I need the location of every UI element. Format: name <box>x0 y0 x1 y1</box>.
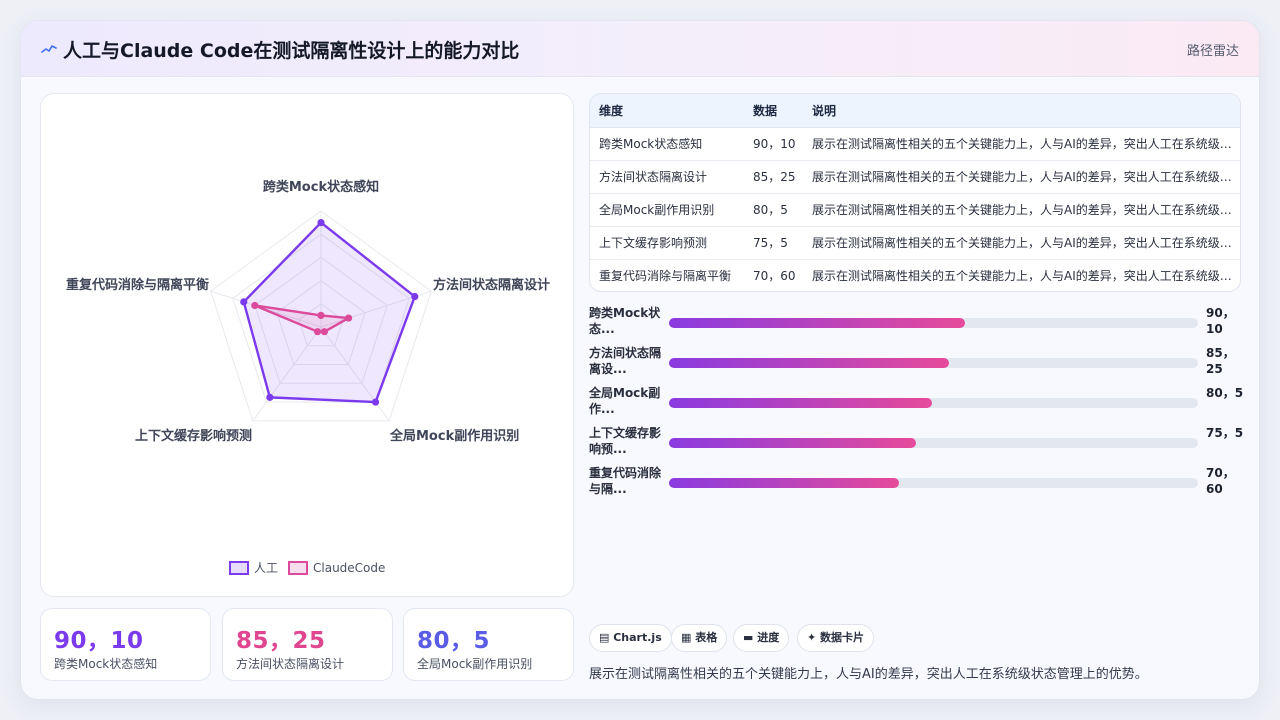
table-cell: 上下文缓存影响预测 <box>590 226 744 260</box>
chip-chartjs[interactable]: ▤ Chart.js <box>589 624 672 652</box>
table-cell: 全局Mock副作用识别 <box>590 193 744 227</box>
table-header-row: 维度 数据 说明 <box>590 94 1240 128</box>
radar-point <box>313 328 322 336</box>
progress-label: 全局Mock副作... <box>589 386 661 416</box>
table-cell: 80，5 <box>744 193 803 227</box>
radar-point <box>266 393 274 401</box>
progress-track <box>669 398 1198 408</box>
progress-value: 75，5 <box>1206 426 1244 440</box>
column-header: 数据 <box>744 94 803 128</box>
chip-table[interactable]: ▦ 表格 <box>671 624 728 652</box>
progress-value: 70，60 <box>1206 466 1235 496</box>
table-cell: 跨类Mock状态感知 <box>590 127 744 161</box>
stat-label: 全局Mock副作用识别 <box>417 657 533 671</box>
chart-icon: ▤ <box>599 631 614 644</box>
table-cell: 展示在测试隔离性相关的五个关键能力上，人与AI的差异，突出人工在系统级状态管理上… <box>803 193 1240 227</box>
progress-row: 跨类Mock状态... 90，10 <box>589 305 1249 341</box>
table-icon: ▦ <box>681 631 696 644</box>
table-cell: 90，10 <box>744 127 803 161</box>
data-table: 维度 数据 说明 跨类Mock状态感知 90，10 展示在测试隔离性相关的五个关… <box>589 93 1241 292</box>
table-cell: 展示在测试隔离性相关的五个关键能力上，人与AI的差异，突出人工在系统级状态管理上… <box>803 226 1240 260</box>
stat-card: 85，25 方法间状态隔离设计 <box>222 608 393 681</box>
table-row: 方法间状态隔离设计 85，25 展示在测试隔离性相关的五个关键能力上，人与AI的… <box>590 160 1240 194</box>
table-cell: 方法间状态隔离设计 <box>590 160 744 194</box>
stat-label: 方法间状态隔离设计 <box>236 657 345 671</box>
view-tag: 路径雷达 <box>1186 44 1239 59</box>
radar-point <box>240 298 248 306</box>
progress-row: 上下文缓存影响预... 75，5 <box>589 425 1249 461</box>
header-bar: 人工与Claude Code在测试隔离性设计上的能力对比 路径雷达 <box>21 21 1259 77</box>
progress-value: 85，25 <box>1206 346 1235 376</box>
chip-label: Chart.js <box>613 631 662 644</box>
table-cell: 展示在测试隔离性相关的五个关键能力上，人与AI的差异，突出人工在系统级状态管理上… <box>812 269 1240 284</box>
stat-value: 80，5 <box>417 628 491 654</box>
table-cell: 展示在测试隔离性相关的五个关键能力上，人与AI的差异，突出人工在系统级状态管理上… <box>803 127 1240 161</box>
page-title: 人工与Claude Code在测试隔离性设计上的能力对比 <box>63 40 520 62</box>
progress-fill <box>669 318 966 328</box>
table-row: 重复代码消除与隔离平衡 70，60 展示在测试隔离性相关的五个关键能力上，人与A… <box>590 259 1240 291</box>
table-cell: 70，60 <box>753 269 796 284</box>
table-row: 上下文缓存影响预测 75，5 展示在测试隔离性相关的五个关键能力上，人与AI的差… <box>590 226 1240 260</box>
radar-point <box>371 398 380 406</box>
radar-point <box>320 328 329 336</box>
progress-label: 跨类Mock状态... <box>589 306 661 336</box>
table-row: 全局Mock副作用识别 80，5 展示在测试隔离性相关的五个关键能力上，人与AI… <box>590 193 1240 227</box>
legend-swatch <box>229 561 249 575</box>
legend-swatch <box>288 561 308 575</box>
table-row: 跨类Mock状态感知 90，10 展示在测试隔离性相关的五个关键能力上，人与AI… <box>590 127 1240 161</box>
radar-point <box>251 301 259 310</box>
stat-card: 80，5 全局Mock副作用识别 <box>403 608 574 681</box>
progress-label: 重复代码消除与隔... <box>589 466 662 496</box>
progress-row: 重复代码消除与隔... 70，60 <box>589 465 1249 501</box>
sparkline-icon <box>41 45 57 53</box>
radar-point <box>344 314 353 322</box>
radar-point <box>317 311 325 319</box>
radar-point <box>411 292 419 301</box>
table-cell: 85，25 <box>744 160 803 194</box>
legend-label: ClaudeCode <box>313 561 385 575</box>
progress-fill <box>669 478 900 488</box>
progress-row: 方法间状态隔离设... 85，25 <box>589 345 1249 381</box>
stat-value: 85，25 <box>236 628 326 654</box>
chip-datacard[interactable]: ✦ 数据卡片 <box>797 624 875 652</box>
stat-value: 90，10 <box>54 628 144 654</box>
radar-axis-label: 上下文缓存影响预测 <box>135 428 252 444</box>
chart-description: 展示在测试隔离性相关的五个关键能力上，人与AI的差异，突出人工在系统级状态管理上… <box>589 667 1148 682</box>
radar-chart-panel: 跨类Mock状态感知方法间状态隔离设计全局Mock副作用识别 上下文缓存影响预测 重… <box>40 93 574 597</box>
progress-fill <box>669 358 950 368</box>
chip-label: 表格 <box>695 631 718 644</box>
stat-label: 跨类Mock状态感知 <box>54 657 158 671</box>
radar-axis-label: 全局Mock副作用识别 <box>389 428 519 444</box>
progress-label: 方法间状态隔离设... <box>589 346 662 376</box>
radar-point <box>317 219 325 227</box>
radar-axis-label: 方法间状态隔离设计 <box>433 277 550 293</box>
radar-axis-label: 跨类Mock状态感知 <box>263 179 379 195</box>
radar-axis-label: 重复代码消除与隔离平衡 <box>66 277 209 293</box>
progress-value: 90，10 <box>1206 306 1235 336</box>
progress-icon: ▬ <box>743 631 758 644</box>
stat-card: 90，10 跨类Mock状态感知 <box>40 608 211 681</box>
column-header: 维度 <box>590 94 744 128</box>
progress-fill <box>669 438 916 448</box>
progress-track <box>669 358 1198 368</box>
main-card: 人工与Claude Code在测试隔离性设计上的能力对比 路径雷达 跨类Mock… <box>20 20 1260 700</box>
table-cell: 75，5 <box>744 226 803 260</box>
progress-fill <box>669 398 932 408</box>
card-icon: ✦ <box>807 631 821 644</box>
chip-progress[interactable]: ▬ 进度 <box>733 624 790 652</box>
progress-track <box>669 318 1198 328</box>
column-header: 说明 <box>803 94 1240 128</box>
table-cell: 重复代码消除与隔离平衡 <box>599 269 732 284</box>
chip-label: 进度 <box>757 631 780 644</box>
legend-label: 人工 <box>254 561 278 575</box>
progress-track <box>669 478 1198 488</box>
progress-row: 全局Mock副作... 80，5 <box>589 385 1249 421</box>
radar-chart: 跨类Mock状态感知方法间状态隔离设计全局Mock副作用识别 上下文缓存影响预测 重… <box>66 179 550 575</box>
progress-track <box>669 438 1198 448</box>
progress-label: 上下文缓存影响预... <box>589 426 662 456</box>
table-cell: 展示在测试隔离性相关的五个关键能力上，人与AI的差异，突出人工在系统级状态管理上… <box>803 160 1240 194</box>
chip-label: 数据卡片 <box>820 631 865 644</box>
progress-value: 80，5 <box>1206 386 1244 400</box>
